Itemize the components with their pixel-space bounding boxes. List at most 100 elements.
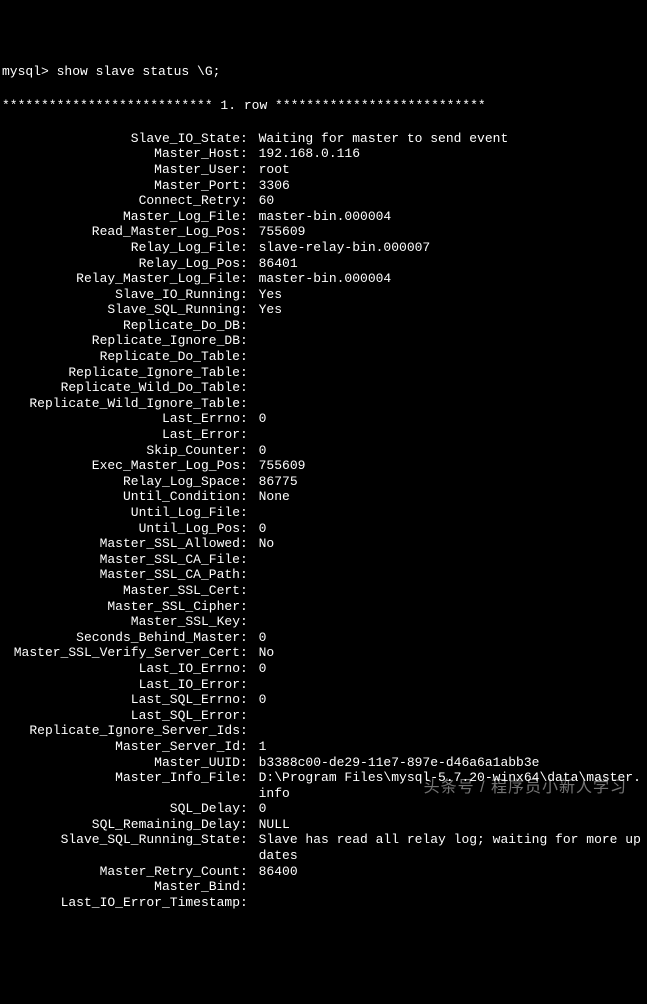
separator: : — [240, 178, 259, 194]
status-label: Seconds_Behind_Master — [2, 630, 240, 646]
status-value — [259, 396, 645, 412]
status-label: Relay_Log_Space — [2, 474, 240, 490]
separator: : — [240, 536, 259, 552]
status-label: Master_SSL_Allowed — [2, 536, 240, 552]
status-value: master-bin.000004 — [259, 271, 645, 287]
status-row: Master_User: root — [2, 162, 645, 178]
status-row: Master_Port: 3306 — [2, 178, 645, 194]
status-value: b3388c00-de29-11e7-897e-d46a6a1abb3e — [259, 755, 645, 771]
status-value — [259, 349, 645, 365]
status-row: Replicate_Ignore_Server_Ids: — [2, 723, 645, 739]
status-row: Relay_Log_File: slave-relay-bin.000007 — [2, 240, 645, 256]
separator: : — [240, 318, 259, 334]
status-value: root — [259, 162, 645, 178]
status-row: Slave_SQL_Running: Yes — [2, 302, 645, 318]
status-label: Connect_Retry — [2, 193, 240, 209]
separator: : — [240, 411, 259, 427]
status-row: Skip_Counter: 0 — [2, 443, 645, 459]
status-label: Replicate_Do_DB — [2, 318, 240, 334]
status-row: Master_SSL_Allowed: No — [2, 536, 645, 552]
status-value: 0 — [259, 411, 645, 427]
status-label: Exec_Master_Log_Pos — [2, 458, 240, 474]
status-value: 86775 — [259, 474, 645, 490]
status-row: Master_SSL_CA_File: — [2, 552, 645, 568]
separator: : — [240, 864, 259, 880]
separator: : — [240, 832, 259, 863]
status-label: Replicate_Ignore_DB — [2, 333, 240, 349]
status-label: Until_Log_Pos — [2, 521, 240, 537]
status-value: NULL — [259, 817, 645, 833]
status-row: SQL_Delay: 0 — [2, 801, 645, 817]
row-header: *************************** 1. row *****… — [2, 98, 645, 114]
separator: : — [240, 302, 259, 318]
status-row: Connect_Retry: 60 — [2, 193, 645, 209]
status-label: Last_IO_Errno — [2, 661, 240, 677]
separator: : — [240, 333, 259, 349]
status-label: Last_Errno — [2, 411, 240, 427]
status-row: Master_SSL_Verify_Server_Cert: No — [2, 645, 645, 661]
status-value — [259, 677, 645, 693]
status-row: Last_SQL_Errno: 0 — [2, 692, 645, 708]
separator: : — [240, 224, 259, 240]
separator: : — [240, 240, 259, 256]
separator: : — [240, 879, 259, 895]
status-value: No — [259, 645, 645, 661]
separator: : — [240, 146, 259, 162]
status-value — [259, 583, 645, 599]
status-row: Slave_IO_Running: Yes — [2, 287, 645, 303]
status-label: Relay_Master_Log_File — [2, 271, 240, 287]
status-label: SQL_Delay — [2, 801, 240, 817]
status-label: Skip_Counter — [2, 443, 240, 459]
status-row: Replicate_Wild_Ignore_Table: — [2, 396, 645, 412]
status-label: Master_SSL_Cert — [2, 583, 240, 599]
separator: : — [240, 287, 259, 303]
status-row: Master_SSL_Key: — [2, 614, 645, 630]
status-label: Master_SSL_Key — [2, 614, 240, 630]
separator: : — [240, 755, 259, 771]
status-value: 755609 — [259, 224, 645, 240]
status-value: None — [259, 489, 645, 505]
status-value: Yes — [259, 287, 645, 303]
status-value: 0 — [259, 443, 645, 459]
status-label: Master_User — [2, 162, 240, 178]
status-label: Last_SQL_Errno — [2, 692, 240, 708]
separator: : — [240, 817, 259, 833]
status-row: Relay_Master_Log_File: master-bin.000004 — [2, 271, 645, 287]
status-row: Last_IO_Error: — [2, 677, 645, 693]
status-label: Slave_IO_Running — [2, 287, 240, 303]
separator: : — [240, 567, 259, 583]
status-value: Slave has read all relay log; waiting fo… — [259, 832, 645, 863]
status-label: Master_SSL_Cipher — [2, 599, 240, 615]
status-value — [259, 365, 645, 381]
status-value: 0 — [259, 692, 645, 708]
status-row: Master_SSL_Cert: — [2, 583, 645, 599]
status-label: Master_Info_File — [2, 770, 240, 801]
separator: : — [240, 162, 259, 178]
status-row: Last_SQL_Error: — [2, 708, 645, 724]
separator: : — [240, 131, 259, 147]
separator: : — [240, 801, 259, 817]
separator: : — [240, 630, 259, 646]
status-value — [259, 567, 645, 583]
status-row: Replicate_Do_DB: — [2, 318, 645, 334]
status-value — [259, 614, 645, 630]
separator: : — [240, 396, 259, 412]
status-value — [259, 318, 645, 334]
status-value — [259, 879, 645, 895]
status-label: Relay_Log_File — [2, 240, 240, 256]
status-label: Relay_Log_Pos — [2, 256, 240, 272]
status-row: Seconds_Behind_Master: 0 — [2, 630, 645, 646]
status-value: slave-relay-bin.000007 — [259, 240, 645, 256]
status-row: Last_IO_Errno: 0 — [2, 661, 645, 677]
status-value — [259, 380, 645, 396]
status-value — [259, 895, 645, 911]
status-value: 60 — [259, 193, 645, 209]
status-value — [259, 723, 645, 739]
mysql-prompt[interactable]: mysql> show slave status \G; — [2, 64, 645, 80]
separator: : — [240, 193, 259, 209]
separator: : — [240, 645, 259, 661]
status-label: Master_Log_File — [2, 209, 240, 225]
separator: : — [240, 458, 259, 474]
status-row: Until_Condition: None — [2, 489, 645, 505]
status-label: Master_Bind — [2, 879, 240, 895]
